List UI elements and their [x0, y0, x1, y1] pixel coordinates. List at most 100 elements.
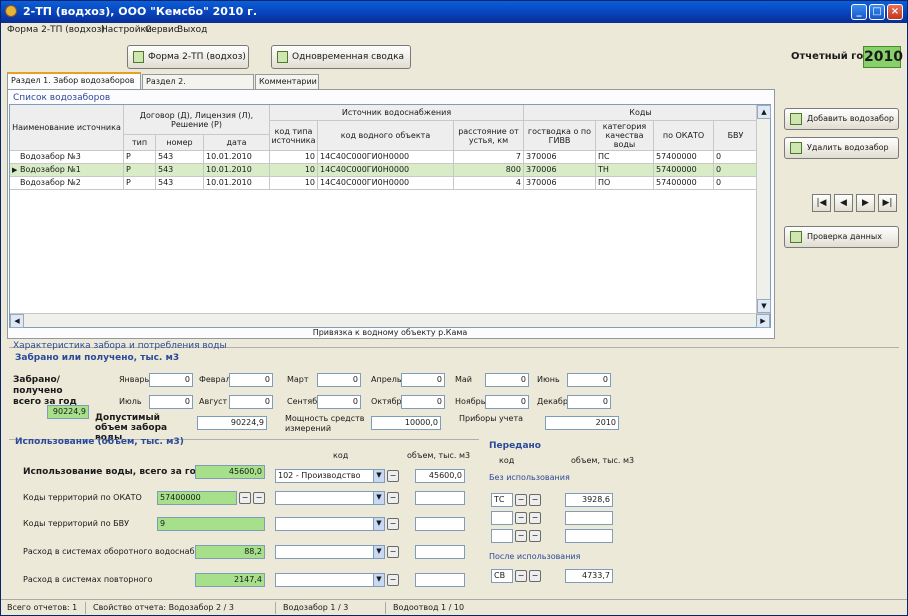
no-use-code-1[interactable]: ТС: [491, 493, 513, 507]
minimize-button[interactable]: _: [851, 4, 867, 20]
table-cell-okato[interactable]: 57400000: [654, 177, 714, 190]
no-use-code-2[interactable]: [491, 511, 513, 525]
table-cell-qual[interactable]: ТН: [596, 164, 654, 177]
month-field[interactable]: 0: [401, 395, 445, 409]
month-field[interactable]: 0: [229, 373, 273, 387]
usage-volume-3-field[interactable]: [415, 517, 465, 531]
table-cell-num[interactable]: 543: [156, 164, 204, 177]
col-src-header[interactable]: код типа источника: [270, 121, 318, 151]
month-field[interactable]: 0: [485, 395, 529, 409]
after-use-code[interactable]: СВ: [491, 569, 513, 583]
table-cell-name[interactable]: Водозабор №3: [10, 151, 124, 164]
table-cell-name[interactable]: Водозабор №1: [10, 164, 124, 177]
table-cell-obj[interactable]: 14С40С000ГИ0Н0000: [318, 164, 454, 177]
month-field[interactable]: 0: [317, 373, 361, 387]
table-cell-date[interactable]: 10.01.2010: [204, 151, 270, 164]
no-use-3-remove-button[interactable]: −: [529, 530, 541, 542]
table-cell-src[interactable]: 10: [270, 151, 318, 164]
okato-remove-button[interactable]: −: [253, 492, 265, 504]
no-use-volume-2[interactable]: [565, 511, 613, 525]
month-field[interactable]: 0: [149, 373, 193, 387]
bvu-field[interactable]: 9: [157, 517, 265, 531]
recirc-field[interactable]: 88,2: [195, 545, 265, 559]
no-use-2-remove-button[interactable]: −: [529, 512, 541, 524]
table-cell-num[interactable]: 543: [156, 177, 204, 190]
col-quality-header[interactable]: категория качества воды: [596, 121, 654, 151]
table-cell-okato[interactable]: 57400000: [654, 164, 714, 177]
intake-total-field[interactable]: 90224,9: [47, 405, 89, 419]
no-use-volume-3[interactable]: [565, 529, 613, 543]
month-field[interactable]: 0: [317, 395, 361, 409]
no-use-1-remove-button[interactable]: −: [529, 494, 541, 506]
scroll-right-button[interactable]: ▶: [756, 314, 770, 328]
table-cell-src[interactable]: 10: [270, 164, 318, 177]
allowed-field[interactable]: 90224,9: [197, 416, 267, 430]
col-okato-header[interactable]: по ОКАТО: [654, 121, 714, 151]
reuse-field[interactable]: 2147,4: [195, 573, 265, 587]
table-cell-qual[interactable]: ПО: [596, 177, 654, 190]
after-use-remove-button[interactable]: −: [529, 570, 541, 582]
form-2tp-button[interactable]: Форма 2-ТП (водхоз): [127, 45, 249, 69]
add-intake-button[interactable]: Добавить водозабор: [784, 108, 899, 130]
usage-code-combo-2[interactable]: ▼: [275, 491, 385, 505]
table-cell-bvu[interactable]: 0: [714, 177, 758, 190]
tab-intake[interactable]: Раздел 1. Забор водозаборов: [7, 72, 141, 90]
no-use-code-3[interactable]: [491, 529, 513, 543]
nav-last-button[interactable]: ▶|: [878, 194, 897, 212]
scroll-down-button[interactable]: ▼: [757, 299, 771, 313]
after-use-add-button[interactable]: −: [515, 570, 527, 582]
usage-code-combo-1[interactable]: 102 - Производство ▼: [275, 469, 385, 483]
table-cell-bvu[interactable]: 0: [714, 164, 758, 177]
table-cell-bvu[interactable]: 0: [714, 151, 758, 164]
after-use-volume[interactable]: 4733,7: [565, 569, 613, 583]
table-cell-obj[interactable]: 14С40С000ГИ0Н0000: [318, 151, 454, 164]
tab-discharge[interactable]: Раздел 2. Водоотведение: [142, 74, 254, 99]
table-cell-src[interactable]: 10: [270, 177, 318, 190]
okato-add-button[interactable]: −: [239, 492, 251, 504]
month-field[interactable]: 0: [567, 373, 611, 387]
menu-service[interactable]: Сервис: [145, 25, 179, 35]
col-gwk-header[interactable]: гостводка о по ГИВВ: [524, 121, 596, 151]
table-cell-gwk[interactable]: 370006: [524, 164, 596, 177]
no-use-volume-1[interactable]: 3928,6: [565, 493, 613, 507]
check-data-button[interactable]: Проверка данных: [784, 226, 899, 248]
table-cell-type[interactable]: Р: [124, 151, 156, 164]
maximize-button[interactable]: □: [869, 4, 885, 20]
grid-hscrollbar[interactable]: ◀ ▶: [10, 313, 770, 328]
nav-first-button[interactable]: |◀: [812, 194, 831, 212]
nav-prev-button[interactable]: ◀: [834, 194, 853, 212]
table-cell-dist[interactable]: 4: [454, 177, 524, 190]
col-obj-header[interactable]: код водного объекта: [318, 121, 454, 151]
grid-vscrollbar[interactable]: ▲ ▼: [756, 105, 771, 313]
usage-code-combo-5[interactable]: ▼: [275, 573, 385, 587]
tab-comments[interactable]: Комментарии: [255, 74, 319, 89]
usage-code-1-remove-button[interactable]: −: [387, 470, 399, 482]
month-field[interactable]: 0: [149, 395, 193, 409]
power-field[interactable]: 10000,0: [371, 416, 441, 430]
usage-volume-4-field[interactable]: [415, 545, 465, 559]
table-cell-okato[interactable]: 57400000: [654, 151, 714, 164]
intake-grid[interactable]: Наименование источника Договор (Д), Лице…: [9, 104, 771, 328]
table-cell-num[interactable]: 543: [156, 151, 204, 164]
col-name-header[interactable]: Наименование источника: [10, 105, 124, 151]
summary-button[interactable]: Одновременная сводка: [271, 45, 411, 69]
scroll-left-button[interactable]: ◀: [10, 314, 24, 328]
usage-code-3-remove-button[interactable]: −: [387, 518, 399, 530]
table-cell-name[interactable]: Водозабор №2: [10, 177, 124, 190]
col-num-header[interactable]: номер: [156, 135, 204, 151]
table-cell-date[interactable]: 10.01.2010: [204, 177, 270, 190]
table-cell-type[interactable]: Р: [124, 177, 156, 190]
month-field[interactable]: 0: [485, 373, 529, 387]
usage-code-4-remove-button[interactable]: −: [387, 546, 399, 558]
delete-intake-button[interactable]: Удалить водозабор: [784, 137, 899, 159]
year-field[interactable]: 2010: [863, 46, 903, 68]
usage-total-field[interactable]: 45600,0: [195, 465, 265, 479]
table-cell-date[interactable]: 10.01.2010: [204, 164, 270, 177]
usage-volume-2-field[interactable]: [415, 491, 465, 505]
menu-form[interactable]: Форма 2-ТП (водхоз): [7, 25, 105, 35]
table-cell-obj[interactable]: 14С40С000ГИ0Н0000: [318, 177, 454, 190]
usage-code-5-remove-button[interactable]: −: [387, 574, 399, 586]
month-field[interactable]: 0: [567, 395, 611, 409]
col-dist-header[interactable]: расстояние от устья, км: [454, 121, 524, 151]
menu-exit[interactable]: Выход: [177, 25, 207, 35]
